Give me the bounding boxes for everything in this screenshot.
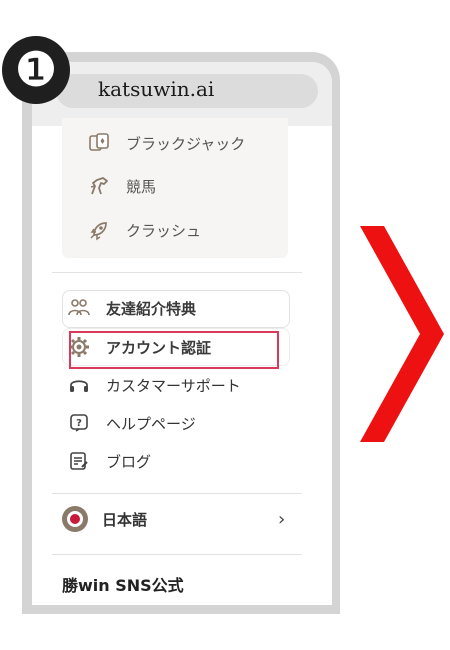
menu-item-blackjack[interactable]: ブラックジャック: [88, 132, 245, 154]
browser-url-bar: katsuwin.ai: [32, 62, 332, 126]
menu-item-customer-support[interactable]: カスタマーサポート: [68, 374, 288, 396]
chevron-right-icon: ›: [278, 509, 286, 530]
divider: [52, 493, 302, 494]
url-text: katsuwin.ai: [98, 77, 215, 101]
menu-item-blog[interactable]: ブログ: [68, 450, 288, 472]
rocket-icon: [88, 219, 110, 241]
language-selector[interactable]: 日本語: [62, 506, 302, 532]
horse-icon: [88, 175, 110, 197]
highlight-box: [69, 331, 279, 369]
menu-label: クラッシュ: [126, 221, 202, 240]
menu-item-help[interactable]: ? ヘルプページ: [68, 412, 288, 434]
menu-label: ヘルプページ: [106, 414, 196, 433]
svg-text:?: ?: [76, 418, 82, 429]
menu-item-referral[interactable]: 友達紹介特典: [68, 297, 288, 319]
menu-item-crash[interactable]: クラッシュ: [88, 219, 201, 241]
blog-icon: [68, 450, 90, 472]
divider: [52, 272, 302, 273]
menu-label: 友達紹介特典: [106, 299, 197, 318]
next-step-arrow-icon: [360, 226, 444, 442]
menu-label: ブログ: [106, 452, 152, 471]
help-icon: ?: [68, 412, 90, 434]
users-icon: [68, 297, 90, 319]
menu-label: ブラックジャック: [126, 134, 246, 153]
divider: [52, 554, 302, 555]
cards-icon: [88, 132, 110, 154]
menu-label: カスタマーサポート: [106, 376, 241, 395]
phone-screen: katsuwin.ai ブラックジャック 競馬 クラッシュ 友達紹介特典 アカウ…: [32, 62, 332, 605]
menu-label: 競馬: [126, 177, 157, 196]
step-number-badge: ❶: [2, 36, 70, 104]
language-label: 日本語: [102, 510, 148, 529]
menu-item-horse-racing[interactable]: 競馬: [88, 175, 156, 197]
japan-flag-icon: [62, 506, 88, 532]
headphones-icon: [68, 374, 90, 396]
sns-official-link[interactable]: 勝win SNS公式: [62, 572, 184, 596]
